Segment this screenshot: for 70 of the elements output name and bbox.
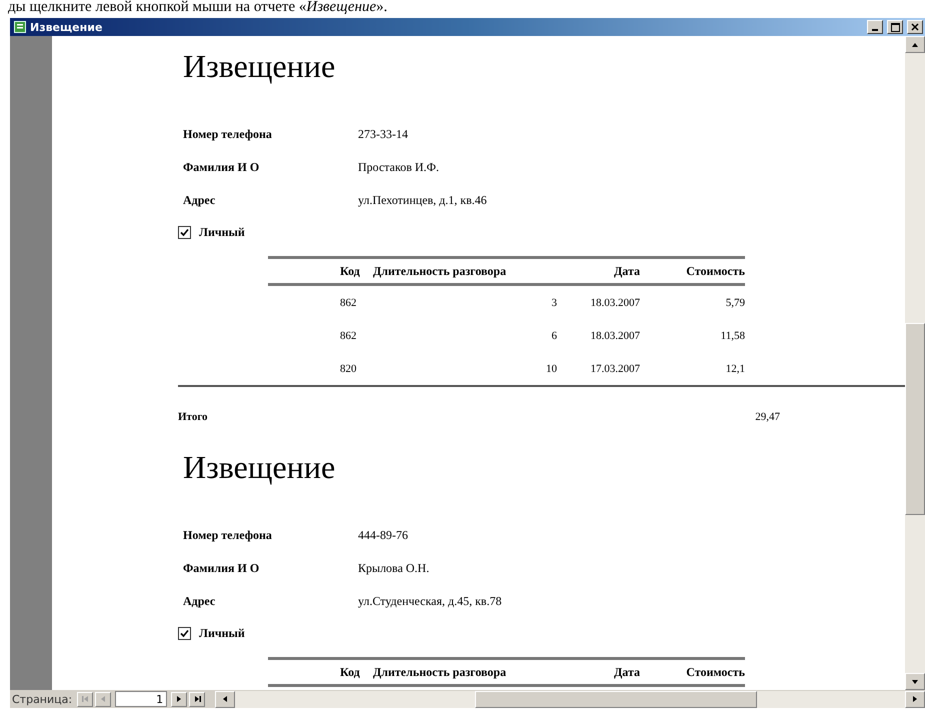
field-value: ул.Пехотинцев, д.1, кв.46 — [358, 193, 487, 208]
field-value: Крылова О.Н. — [358, 561, 430, 576]
scroll-thumb[interactable] — [475, 690, 758, 708]
check-icon — [180, 628, 189, 638]
scroll-up-button[interactable] — [905, 36, 925, 53]
left-arrow-icon — [99, 695, 108, 703]
table-cell-text: 18.03.2007 — [590, 296, 640, 308]
scroll-thumb[interactable] — [905, 323, 925, 515]
report-icon — [14, 21, 26, 33]
field-label: Фамилия И О — [183, 160, 260, 175]
column-header: Длительность разговора — [373, 664, 508, 680]
right-arrow-icon — [911, 695, 919, 703]
table-cell-text: 862 — [340, 296, 358, 308]
field-label: Адрес — [183, 594, 216, 609]
field-value: Простаков И.Ф. — [358, 160, 440, 175]
column-header: Длительность разговора — [373, 264, 508, 278]
column-header: Код — [340, 264, 361, 278]
column-header: Стоимость — [685, 264, 745, 278]
column-header: Код — [340, 664, 361, 680]
page-nav-button[interactable] — [189, 692, 206, 706]
maximize-button[interactable] — [887, 20, 903, 34]
first-page-icon — [80, 695, 90, 703]
window-title: Извещение — [30, 20, 104, 34]
check-icon — [180, 228, 189, 236]
checkbox[interactable] — [178, 226, 191, 238]
field-value: 273-33-14 — [358, 127, 408, 142]
column-header: Стоимость — [685, 664, 745, 680]
field-value: ул.Студенческая, д.45, кв.78 — [358, 594, 502, 609]
horizontal-scrollbar[interactable] — [215, 690, 925, 708]
table-cell-text: 3 — [550, 296, 557, 308]
field-label: Номер телефона — [183, 127, 273, 142]
column-header: Дата — [613, 664, 640, 680]
maximize-icon — [890, 22, 900, 32]
left-arrow-icon — [221, 695, 230, 703]
table-cell-text: 5,79 — [724, 296, 745, 308]
table-cell-text: 17.03.2007 — [590, 362, 640, 374]
table-cell-text: 6 — [550, 330, 557, 342]
checkbox-label: Личный — [199, 626, 245, 640]
scroll-down-button[interactable] — [905, 673, 925, 690]
total-label: Итого — [178, 411, 209, 423]
close-button[interactable] — [907, 20, 923, 34]
field-label: Номер телефона — [183, 528, 273, 543]
table-cell-text: 11,58 — [720, 330, 745, 342]
checkbox-label: Личный — [199, 224, 245, 240]
up-arrow-icon — [911, 40, 919, 48]
vertical-scrollbar[interactable] — [905, 36, 925, 690]
scroll-left-button[interactable] — [215, 690, 236, 708]
table-cell-text: 820 — [340, 362, 358, 374]
field-label: Фамилия И О — [183, 561, 260, 576]
total-value: 29,47 — [754, 411, 780, 423]
table-cell-text: 18.03.2007 — [590, 330, 640, 342]
page-label: Страница: — [12, 692, 72, 706]
page-number-field[interactable]: 1 — [115, 691, 168, 707]
report-title: Извещение — [183, 47, 336, 86]
close-icon — [911, 23, 919, 31]
last-page-icon — [192, 695, 202, 703]
table-cell-text: 10 — [545, 362, 557, 374]
field-value: 444-89-76 — [358, 528, 408, 543]
column-header: Дата — [613, 264, 640, 278]
right-arrow-icon — [175, 695, 184, 703]
checkbox[interactable] — [178, 626, 191, 640]
report-title: Извещение — [183, 448, 336, 487]
table-cell-text: 862 — [340, 330, 358, 342]
down-arrow-icon — [911, 678, 919, 686]
page-nav-button[interactable] — [171, 692, 188, 706]
field-label: Адрес — [183, 193, 216, 208]
minimize-button[interactable] — [867, 20, 883, 34]
scroll-right-button[interactable] — [905, 690, 925, 708]
table-cell-text: 12,1 — [724, 362, 745, 374]
document-text: ды щелкните левой кнопкой мыши на отчете «Извещение». — [7, 0, 388, 17]
